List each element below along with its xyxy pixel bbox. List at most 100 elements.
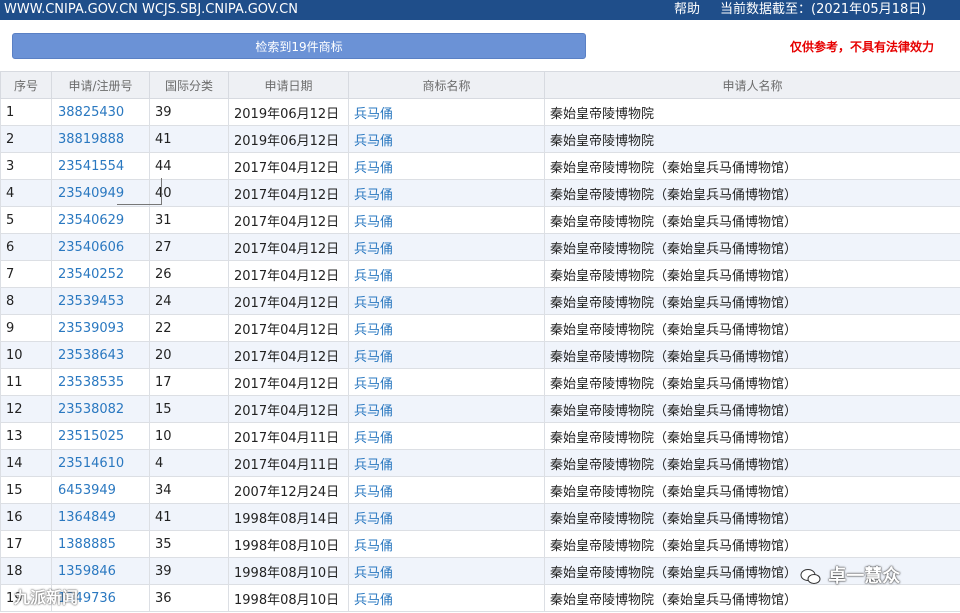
mark-name-link[interactable]: 兵马俑 xyxy=(348,152,545,180)
row-seq: 8 xyxy=(0,287,52,315)
mark-name-link[interactable]: 兵马俑 xyxy=(348,530,545,558)
mark-name-link[interactable]: 兵马俑 xyxy=(348,449,545,477)
date-cell: 1998年08月10日 xyxy=(228,584,349,612)
table-row[interactable]: 5 23540629 31 2017年04月12日 兵马俑 秦始皇帝陵博物院（秦始皇兵马俑… xyxy=(0,206,960,234)
reg-number-link[interactable]: 6453949 xyxy=(51,476,150,504)
mark-name-link[interactable]: 兵马俑 xyxy=(348,233,545,261)
date-cell: 2017年04月12日 xyxy=(228,233,349,261)
table-row[interactable]: 14 23514610 4 2017年04月11日 兵马俑 秦始皇帝陵博物院（秦始皇兵马俑… xyxy=(0,449,960,477)
mark-name-link[interactable]: 兵马俑 xyxy=(348,98,545,126)
reg-number-link[interactable]: 23540629 xyxy=(51,206,150,234)
reg-number-link[interactable]: 23541554 xyxy=(51,152,150,180)
mark-name-link[interactable]: 兵马俑 xyxy=(348,341,545,369)
reg-number-link[interactable]: 23539453 xyxy=(51,287,150,315)
mark-name-link[interactable]: 兵马俑 xyxy=(348,395,545,423)
table-row[interactable]: 13 23515025 10 2017年04月11日 兵马俑 秦始皇帝陵博物院（秦始皇兵马… xyxy=(0,422,960,450)
reg-number-link[interactable]: 23540606 xyxy=(51,233,150,261)
table-row[interactable]: 2 38819888 41 2019年06月12日 兵马俑 秦始皇帝陵博物院 xyxy=(0,125,960,153)
applicant-cell: 秦始皇帝陵博物院（秦始皇兵马俑博物馆） xyxy=(544,206,960,234)
row-seq: 13 xyxy=(0,422,52,450)
date-cell: 2017年04月11日 xyxy=(228,449,349,477)
date-cell: 2017年04月12日 xyxy=(228,260,349,288)
reg-number-link[interactable]: 1364849 xyxy=(51,503,150,531)
class-cell: 41 xyxy=(149,503,229,531)
row-seq: 18 xyxy=(0,557,52,585)
class-cell: 22 xyxy=(149,314,229,342)
date-cell: 2017年04月12日 xyxy=(228,368,349,396)
class-cell: 15 xyxy=(149,395,229,423)
row-seq: 6 xyxy=(0,233,52,261)
search-result-count-button[interactable]: 检索到19件商标 xyxy=(12,33,586,59)
class-cell: 39 xyxy=(149,557,229,585)
reg-number-link[interactable]: 23538082 xyxy=(51,395,150,423)
applicant-cell: 秦始皇帝陵博物院（秦始皇兵马俑博物馆） xyxy=(544,314,960,342)
mark-name-link[interactable]: 兵马俑 xyxy=(348,476,545,504)
reg-number-link[interactable]: 23540252 xyxy=(51,260,150,288)
applicant-cell: 秦始皇帝陵博物院（秦始皇兵马俑博物馆） xyxy=(544,233,960,261)
mark-name-link[interactable]: 兵马俑 xyxy=(348,179,545,207)
reg-number-link[interactable]: 23515025 xyxy=(51,422,150,450)
table-row[interactable]: 6 23540606 27 2017年04月12日 兵马俑 秦始皇帝陵博物院（秦始皇兵马俑… xyxy=(0,233,960,261)
row-seq: 17 xyxy=(0,530,52,558)
table-row[interactable]: 12 23538082 15 2017年04月12日 兵马俑 秦始皇帝陵博物院（秦始皇兵马… xyxy=(0,395,960,423)
table-row[interactable]: 11 23538535 17 2017年04月12日 兵马俑 秦始皇帝陵博物院（秦始皇兵马… xyxy=(0,368,960,396)
date-cell: 2007年12月24日 xyxy=(228,476,349,504)
row-seq: 12 xyxy=(0,395,52,423)
watermark-right-text: 卓一慧众 xyxy=(828,566,901,587)
date-cell: 2017年04月12日 xyxy=(228,341,349,369)
table-row[interactable]: 1 38825430 39 2019年06月12日 兵马俑 秦始皇帝陵博物院 xyxy=(0,98,960,126)
reg-number-link[interactable]: 38819888 xyxy=(51,125,150,153)
legal-disclaimer: 仅供参考，不具有法律效力 xyxy=(790,40,935,54)
row-seq: 1 xyxy=(0,98,52,126)
table-row[interactable]: 19 1349736 36 1998年08月10日 兵马俑 秦始皇帝陵博物院（秦始皇兵马俑… xyxy=(0,584,960,612)
applicant-cell: 秦始皇帝陵博物院（秦始皇兵马俑博物馆） xyxy=(544,584,960,612)
class-cell: 34 xyxy=(149,476,229,504)
reg-number-link[interactable]: 23539093 xyxy=(51,314,150,342)
reg-number-link[interactable]: 1388885 xyxy=(51,530,150,558)
reg-number-link[interactable]: 23514610 xyxy=(51,449,150,477)
column-header-reg-no: 申请/注册号 xyxy=(51,71,150,99)
reg-number-link[interactable]: 38825430 xyxy=(51,98,150,126)
help-link[interactable]: 帮助 xyxy=(674,0,700,20)
table-row[interactable]: 16 1364849 41 1998年08月14日 兵马俑 秦始皇帝陵博物院（秦始皇兵马俑… xyxy=(0,503,960,531)
data-as-of-date: 当前数据截至：(2021年05月18日) xyxy=(720,2,927,17)
mark-name-link[interactable]: 兵马俑 xyxy=(348,287,545,315)
reg-number-link[interactable]: 23538643 xyxy=(51,341,150,369)
mark-name-link[interactable]: 兵马俑 xyxy=(348,368,545,396)
mark-name-link[interactable]: 兵马俑 xyxy=(348,125,545,153)
mark-name-link[interactable]: 兵马俑 xyxy=(348,314,545,342)
watermark-right: 卓一慧众 xyxy=(800,562,900,588)
date-cell: 2019年06月12日 xyxy=(228,125,349,153)
row-seq: 11 xyxy=(0,368,52,396)
result-toolbar: 检索到19件商标 仅供参考，不具有法律效力 xyxy=(0,20,960,70)
date-cell: 2019年06月12日 xyxy=(228,98,349,126)
mark-name-link[interactable]: 兵马俑 xyxy=(348,503,545,531)
reg-number-link[interactable]: 23538535 xyxy=(51,368,150,396)
table-row[interactable]: 7 23540252 26 2017年04月12日 兵马俑 秦始皇帝陵博物院（秦始皇兵马俑… xyxy=(0,260,960,288)
class-cell: 41 xyxy=(149,125,229,153)
table-row[interactable]: 9 23539093 22 2017年04月12日 兵马俑 秦始皇帝陵博物院（秦始皇兵马俑… xyxy=(0,314,960,342)
applicant-cell: 秦始皇帝陵博物院 xyxy=(544,98,960,126)
table-row[interactable]: 15 6453949 34 2007年12月24日 兵马俑 秦始皇帝陵博物院（秦始皇兵马俑… xyxy=(0,476,960,504)
class-cell: 20 xyxy=(149,341,229,369)
date-cell: 1998年08月10日 xyxy=(228,530,349,558)
class-cell: 44 xyxy=(149,152,229,180)
mark-name-link[interactable]: 兵马俑 xyxy=(348,206,545,234)
class-cell: 26 xyxy=(149,260,229,288)
mark-name-link[interactable]: 兵马俑 xyxy=(348,557,545,585)
applicant-cell: 秦始皇帝陵博物院（秦始皇兵马俑博物馆） xyxy=(544,503,960,531)
column-header-seq: 序号 xyxy=(0,71,52,99)
table-row[interactable]: 17 1388885 35 1998年08月10日 兵马俑 秦始皇帝陵博物院（秦始皇兵马俑… xyxy=(0,530,960,558)
table-row[interactable]: 10 23538643 20 2017年04月12日 兵马俑 秦始皇帝陵博物院（秦始皇兵马… xyxy=(0,341,960,369)
table-row[interactable]: 3 23541554 44 2017年04月12日 兵马俑 秦始皇帝陵博物院（秦始皇兵马俑… xyxy=(0,152,960,180)
mark-name-link[interactable]: 兵马俑 xyxy=(348,422,545,450)
mark-name-link[interactable]: 兵马俑 xyxy=(348,260,545,288)
column-header-applicant: 申请人名称 xyxy=(544,71,960,99)
reg-number-link[interactable]: 1359846 xyxy=(51,557,150,585)
date-cell: 2017年04月12日 xyxy=(228,287,349,315)
class-cell: 27 xyxy=(149,233,229,261)
table-row[interactable]: 8 23539453 24 2017年04月12日 兵马俑 秦始皇帝陵博物院（秦始皇兵马俑… xyxy=(0,287,960,315)
date-cell: 2017年04月12日 xyxy=(228,179,349,207)
mark-name-link[interactable]: 兵马俑 xyxy=(348,584,545,612)
class-cell: 17 xyxy=(149,368,229,396)
